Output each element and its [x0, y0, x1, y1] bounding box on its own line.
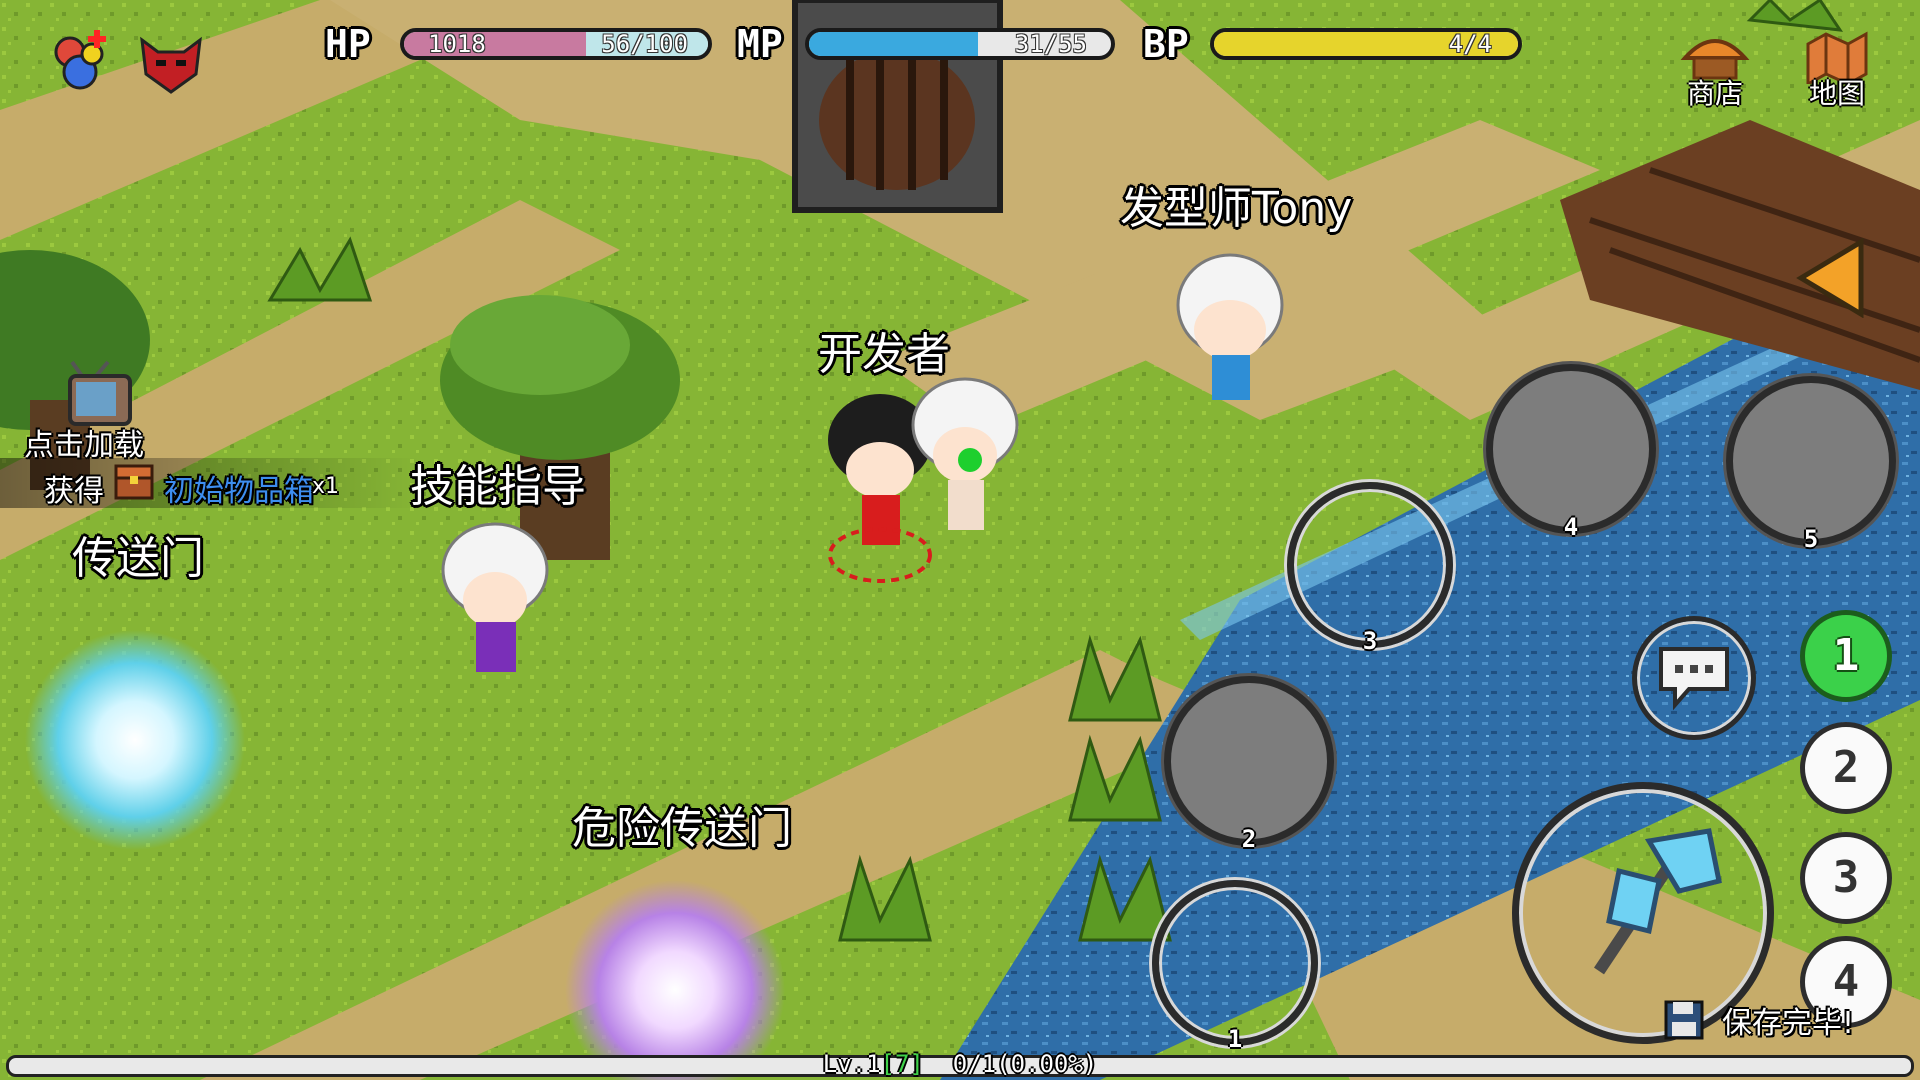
npc-label-teleport: 传送门: [72, 533, 204, 584]
collapse-button[interactable]: [1795, 237, 1865, 319]
level-box: [7]: [880, 1050, 924, 1078]
mp-label: MP: [737, 22, 783, 66]
loot-notice: 获得 初始物品箱 x1: [0, 458, 420, 509]
level-status: Lv.1[7] 0/1(0.00%): [0, 1050, 1920, 1078]
save-notice: 保存完毕!: [1660, 996, 1920, 1042]
hotbar-slot-1[interactable]: 1: [1800, 610, 1892, 702]
npc-label-stylist: 发型师Tony: [1120, 183, 1353, 234]
loot-count: x1: [312, 474, 340, 499]
bp-bar: 4/4: [1210, 28, 1522, 60]
chest-icon: [114, 464, 154, 500]
hp-bar: 1018 56/100: [400, 28, 712, 60]
shop-button[interactable]: 商店: [1675, 22, 1755, 112]
floppy-disk-icon: [1664, 1000, 1704, 1040]
npc-label-danger-teleport: 危险传送门: [572, 803, 792, 854]
bp-label: BP: [1143, 22, 1189, 66]
chat-button[interactable]: [1632, 616, 1756, 740]
exp-value: 0/1(0.00%): [952, 1050, 1098, 1078]
hotbar-slot-3[interactable]: 3: [1800, 832, 1892, 924]
loot-prefix: 获得: [44, 474, 104, 509]
map-button[interactable]: 地图: [1797, 22, 1877, 112]
axe-icon: [1594, 828, 1722, 975]
hotbar-slot-2[interactable]: 2: [1800, 722, 1892, 814]
skill-button-1[interactable]: 1: [1152, 880, 1318, 1053]
skill-number-4: 4: [1563, 513, 1579, 541]
mp-bar-fill: [809, 32, 979, 56]
npc-label-skill-guide: 技能指导: [410, 461, 586, 512]
chat-bubble-icon: [1659, 647, 1729, 711]
load-tv-button[interactable]: 点击加载: [20, 360, 150, 463]
skill-number-5: 5: [1803, 525, 1819, 553]
skill-number-1: 1: [1227, 1025, 1243, 1053]
skill-button-5[interactable]: 5: [1726, 376, 1896, 553]
mp-bar: 31/55: [805, 28, 1115, 60]
level-value: Lv.1: [822, 1050, 881, 1078]
skill-button-4[interactable]: 4: [1486, 364, 1656, 541]
skill-button-3[interactable]: 3: [1287, 482, 1453, 655]
save-notice-text: 保存完毕!: [1722, 1006, 1855, 1041]
skill-number-3: 3: [1362, 627, 1378, 655]
skill-button-2[interactable]: 2: [1164, 676, 1334, 853]
bp-value: 4/4: [1448, 30, 1492, 58]
hp-shield-value: 56/100: [601, 30, 688, 58]
loot-item: 初始物品箱: [164, 474, 314, 509]
map-label: 地图: [1808, 77, 1865, 110]
potion-icon[interactable]: [50, 30, 110, 96]
hp-value: 1018: [428, 30, 486, 58]
shop-label: 商店: [1686, 77, 1743, 110]
hp-label: HP: [325, 22, 371, 66]
skill-number-2: 2: [1241, 825, 1257, 853]
mp-value: 31/55: [1014, 30, 1087, 58]
npc-label-developer: 开发者: [818, 329, 950, 380]
demon-mask-icon[interactable]: [138, 34, 204, 96]
triangle-left-icon: [1796, 237, 1864, 319]
